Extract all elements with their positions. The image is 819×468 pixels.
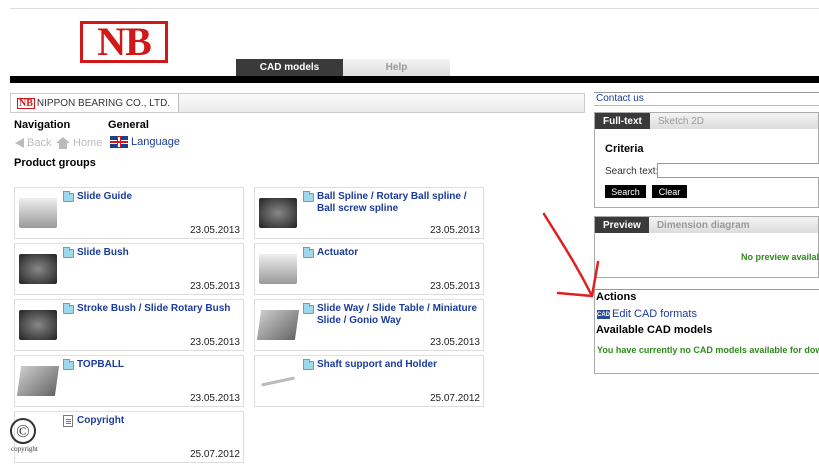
product-title[interactable]: Copyright bbox=[77, 415, 242, 427]
tab-dimension-diagram[interactable]: Dimension diagram bbox=[648, 217, 818, 233]
product-card-shaft-support[interactable]: Shaft support and Holder 25.07.2012 bbox=[254, 355, 484, 407]
product-card-actuator[interactable]: Actuator 23.05.2013 bbox=[254, 243, 484, 295]
breadcrumb: NB NIPPON BEARING CO., LTD. bbox=[10, 93, 585, 113]
product-title[interactable]: Slide Guide bbox=[77, 191, 242, 203]
product-card-slide-way[interactable]: Slide Way / Slide Table / Miniature Slid… bbox=[254, 299, 484, 351]
product-title[interactable]: Actuator bbox=[317, 247, 482, 259]
document-icon bbox=[63, 415, 73, 427]
nb-mini-logo-icon: NB bbox=[17, 97, 35, 109]
ball-spline-thumbnail bbox=[259, 198, 297, 228]
copyright-word: copyright bbox=[11, 445, 38, 453]
slide-guide-thumbnail bbox=[19, 198, 57, 228]
folder-icon bbox=[303, 247, 314, 258]
search-text-input[interactable] bbox=[657, 163, 819, 178]
product-title[interactable]: Shaft support and Holder bbox=[317, 359, 482, 371]
available-cad-models-heading: Available CAD models bbox=[596, 324, 713, 336]
product-card-stroke-bush[interactable]: Stroke Bush / Slide Rotary Bush 23.05.20… bbox=[14, 299, 244, 351]
home-label: Home bbox=[73, 137, 103, 149]
product-date: 25.07.2012 bbox=[189, 449, 240, 460]
slide-way-thumbnail bbox=[256, 310, 300, 340]
product-title[interactable]: Slide Bush bbox=[77, 247, 242, 259]
product-date: 23.05.2013 bbox=[189, 281, 240, 292]
actions-heading: Actions bbox=[596, 291, 637, 303]
uk-flag-icon bbox=[110, 136, 128, 148]
preview-tabs: Preview Dimension diagram bbox=[595, 217, 818, 233]
product-title[interactable]: Ball Spline / Rotary Ball spline / Ball … bbox=[317, 191, 482, 215]
nb-logo-text: NB bbox=[97, 19, 152, 64]
product-title[interactable]: TOPBALL bbox=[77, 359, 242, 371]
product-date: 23.05.2013 bbox=[429, 281, 480, 292]
actuator-thumbnail bbox=[259, 254, 297, 284]
page-root: NB CAD models Help NB NIPPON BEARING CO.… bbox=[0, 0, 819, 468]
slide-bush-thumbnail bbox=[19, 254, 57, 284]
navigation-heading: Navigation bbox=[14, 119, 71, 131]
product-date: 23.05.2013 bbox=[189, 393, 240, 404]
tab-preview[interactable]: Preview bbox=[595, 217, 649, 233]
back-arrow-icon bbox=[15, 138, 24, 148]
search-text-label: Search text: bbox=[605, 166, 659, 177]
cad-icon: CAD bbox=[597, 310, 610, 319]
topball-thumbnail bbox=[16, 366, 60, 396]
product-groups-heading: Product groups bbox=[14, 157, 96, 169]
no-preview-message: No preview availab bbox=[741, 252, 819, 262]
clear-button[interactable]: Clear bbox=[652, 185, 687, 198]
folder-icon bbox=[303, 191, 314, 202]
back-label: Back bbox=[27, 137, 52, 149]
product-date: 23.05.2013 bbox=[429, 337, 480, 348]
product-card-topball[interactable]: TOPBALL 23.05.2013 bbox=[14, 355, 244, 407]
folder-icon bbox=[303, 359, 314, 370]
general-heading: General bbox=[108, 119, 149, 131]
breadcrumb-label: NIPPON BEARING CO., LTD. bbox=[36, 97, 171, 109]
criteria-heading: Criteria bbox=[605, 143, 644, 155]
product-card-slide-bush[interactable]: Slide Bush 23.05.2013 bbox=[14, 243, 244, 295]
product-card-ball-spline[interactable]: Ball Spline / Rotary Ball spline / Ball … bbox=[254, 187, 484, 239]
stroke-bush-thumbnail bbox=[19, 310, 57, 340]
folder-icon bbox=[303, 303, 314, 314]
tab-full-text[interactable]: Full-text bbox=[595, 113, 650, 129]
contact-us-link[interactable]: Contact us bbox=[594, 92, 819, 106]
header-divider-bar bbox=[10, 76, 819, 83]
product-title[interactable]: Stroke Bush / Slide Rotary Bush bbox=[77, 303, 242, 315]
search-button[interactable]: Search bbox=[605, 185, 646, 198]
actions-divider bbox=[594, 289, 819, 290]
no-cad-models-message: You have currently no CAD models availab… bbox=[597, 345, 819, 355]
folder-icon bbox=[63, 191, 74, 202]
product-card-copyright[interactable]: Copyright 25.07.2012 bbox=[14, 411, 244, 463]
product-date: 23.05.2013 bbox=[189, 225, 240, 236]
language-link[interactable]: Language bbox=[110, 136, 180, 148]
tab-sketch-2d[interactable]: Sketch 2D bbox=[649, 113, 818, 129]
breadcrumb-item-home[interactable]: NB NIPPON BEARING CO., LTD. bbox=[11, 94, 180, 112]
product-date: 25.07.2012 bbox=[429, 393, 480, 404]
language-label: Language bbox=[131, 136, 180, 148]
header-top-line bbox=[10, 8, 819, 9]
product-title[interactable]: Slide Way / Slide Table / Miniature Slid… bbox=[317, 303, 482, 327]
home-link[interactable]: Home bbox=[56, 137, 102, 149]
folder-icon bbox=[63, 247, 74, 258]
home-icon bbox=[56, 137, 70, 149]
search-panel: Full-text Sketch 2D Criteria Search text… bbox=[594, 112, 819, 208]
product-card-slide-guide[interactable]: Slide Guide 23.05.2013 bbox=[14, 187, 244, 239]
folder-icon bbox=[63, 303, 74, 314]
preview-panel: Preview Dimension diagram No preview ava… bbox=[594, 216, 819, 278]
nb-logo[interactable]: NB bbox=[80, 21, 168, 63]
shaft-support-thumbnail bbox=[259, 366, 297, 396]
tab-help[interactable]: Help bbox=[343, 59, 450, 76]
edit-cad-formats-link[interactable]: Edit CAD formats bbox=[612, 308, 697, 320]
product-date: 23.05.2013 bbox=[189, 337, 240, 348]
folder-icon bbox=[63, 359, 74, 370]
search-tabs: Full-text Sketch 2D bbox=[595, 113, 818, 129]
tab-cad-models[interactable]: CAD models bbox=[236, 59, 343, 76]
product-date: 23.05.2013 bbox=[429, 225, 480, 236]
copyright-symbol-icon: © bbox=[10, 418, 36, 444]
back-link[interactable]: Back bbox=[15, 137, 51, 149]
main-tabs: CAD models Help bbox=[236, 59, 450, 76]
